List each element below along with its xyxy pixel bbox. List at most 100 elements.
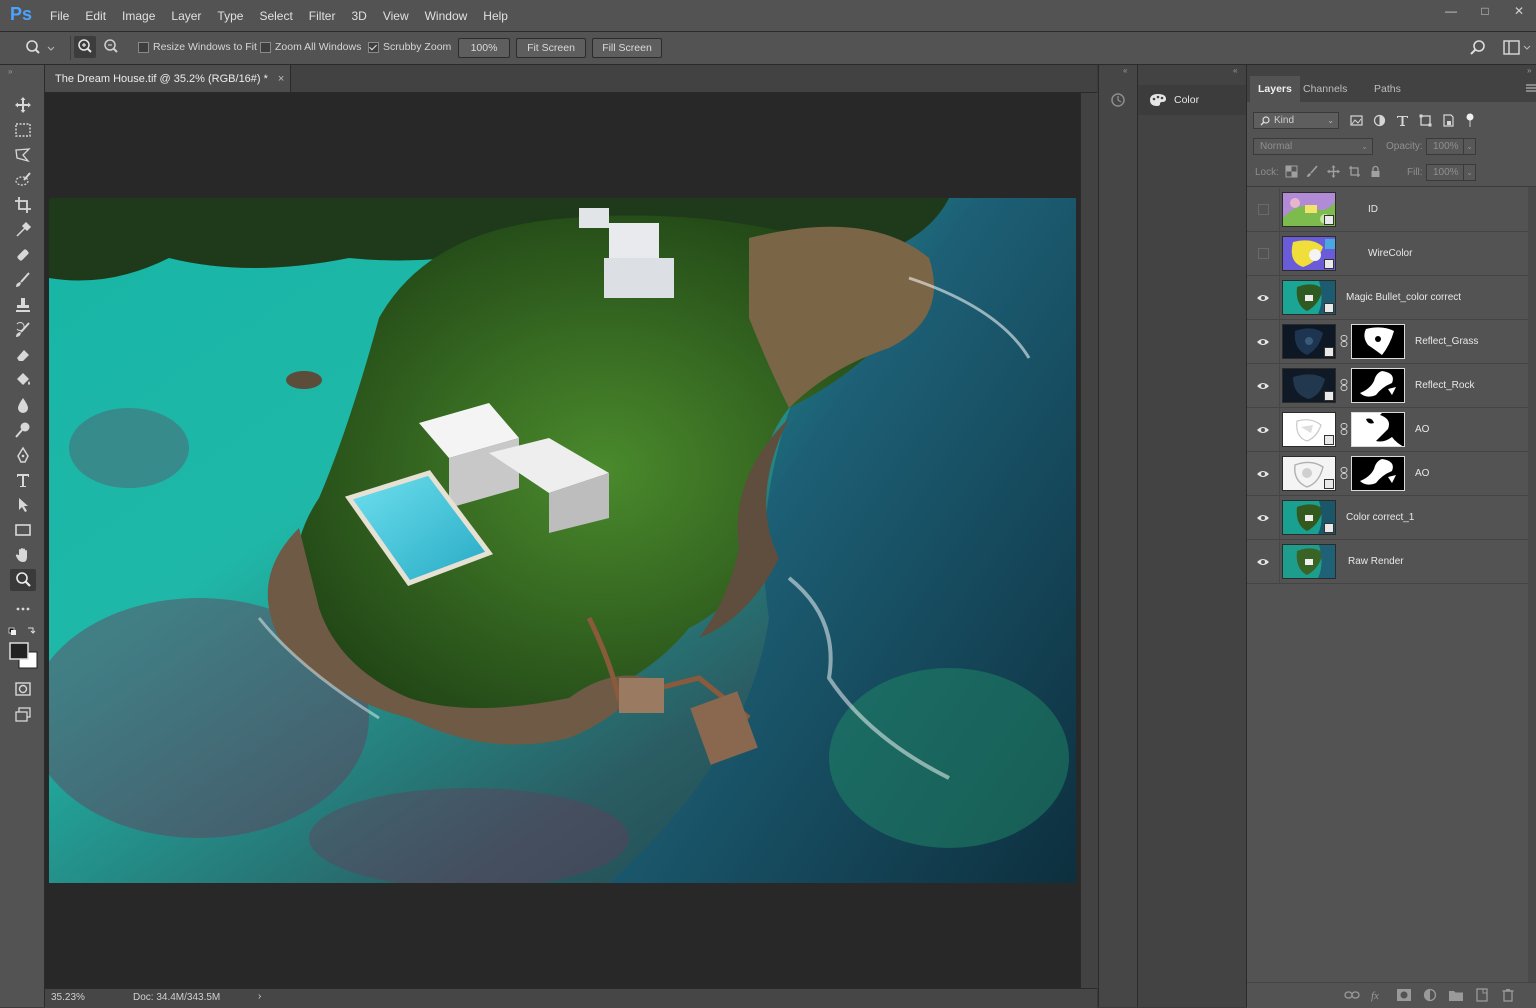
maximize-button[interactable]: □	[1468, 0, 1502, 22]
blur-tool-icon[interactable]	[10, 394, 36, 416]
menu-type[interactable]: Type	[209, 9, 251, 23]
collapse-layers-dock-icon[interactable]: »	[1527, 66, 1531, 75]
hidden-visibility-box-icon[interactable]	[1257, 204, 1269, 215]
layer-name[interactable]: Color correct_1	[1346, 496, 1414, 539]
history-brush-tool-icon[interactable]	[10, 319, 36, 341]
filter-type-icon[interactable]	[1395, 113, 1410, 128]
tab-channels[interactable]: Channels	[1295, 76, 1355, 102]
document-tab[interactable]: The Dream House.tif @ 35.2% (RGB/16#) * …	[45, 65, 291, 92]
layer-row[interactable]: AO	[1247, 408, 1528, 452]
eye-icon[interactable]	[1256, 425, 1270, 435]
visibility-toggle[interactable]	[1247, 188, 1280, 231]
quick-selection-tool-icon[interactable]	[10, 169, 36, 191]
minimize-button[interactable]: —	[1434, 0, 1468, 22]
layer-name[interactable]: Reflect_Rock	[1415, 364, 1474, 407]
layer-style-fx-icon[interactable]: fx	[1370, 988, 1386, 1002]
collapse-toolbar-icon[interactable]: »	[8, 67, 12, 76]
eye-icon[interactable]	[1256, 557, 1270, 567]
zoom-tool-preset-icon[interactable]	[24, 39, 54, 57]
layer-row[interactable]: Raw Render	[1247, 540, 1528, 584]
layer-row[interactable]: Reflect_Grass	[1247, 320, 1528, 364]
lock-all-icon[interactable]	[1369, 165, 1382, 178]
new-group-folder-icon[interactable]	[1448, 988, 1464, 1002]
document-image[interactable]	[49, 198, 1076, 883]
menu-layer[interactable]: Layer	[163, 9, 209, 23]
filter-adjustment-icon[interactable]	[1372, 113, 1387, 128]
layer-row[interactable]: WireColor	[1247, 232, 1528, 276]
menu-filter[interactable]: Filter	[301, 9, 344, 23]
close-button[interactable]: ✕	[1502, 0, 1536, 22]
rectangle-tool-icon[interactable]	[10, 519, 36, 541]
zoom-level[interactable]: 35.23%	[51, 992, 85, 1003]
eraser-tool-icon[interactable]	[10, 344, 36, 366]
zoom-out-mode-icon[interactable]	[100, 36, 122, 58]
visibility-toggle[interactable]	[1247, 320, 1280, 363]
hidden-visibility-box-icon[interactable]	[1257, 248, 1269, 259]
visibility-toggle[interactable]	[1247, 496, 1280, 539]
menu-file[interactable]: File	[42, 9, 77, 23]
eye-icon[interactable]	[1256, 513, 1270, 523]
clone-stamp-tool-icon[interactable]	[10, 294, 36, 316]
visibility-toggle[interactable]	[1247, 364, 1280, 407]
visibility-toggle[interactable]	[1247, 408, 1280, 451]
layer-mask-thumbnail[interactable]	[1351, 412, 1405, 447]
workspace-icon[interactable]	[1502, 38, 1532, 58]
fill-input[interactable]: 100%	[1426, 164, 1464, 181]
zoom-in-mode-icon[interactable]	[74, 36, 96, 58]
menu-image[interactable]: Image	[114, 9, 163, 23]
layer-row[interactable]: Magic Bullet_color correct	[1247, 276, 1528, 320]
opacity-dropdown-arrow-icon[interactable]: ⌄	[1463, 138, 1476, 155]
zoom-all-box[interactable]	[260, 41, 271, 53]
fill-dropdown-arrow-icon[interactable]: ⌄	[1463, 164, 1476, 181]
layer-mask-thumbnail[interactable]	[1351, 324, 1405, 359]
lock-image-pixels-icon[interactable]	[1306, 165, 1319, 178]
canvas-vertical-scrollbar[interactable]	[1080, 93, 1098, 988]
menu-edit[interactable]: Edit	[77, 9, 114, 23]
menu-view[interactable]: View	[375, 9, 417, 23]
close-document-icon[interactable]: ×	[278, 73, 284, 85]
add-mask-icon[interactable]	[1396, 988, 1412, 1002]
layer-row[interactable]: ID	[1247, 188, 1528, 232]
layer-row[interactable]: Color correct_1	[1247, 496, 1528, 540]
visibility-toggle[interactable]	[1247, 232, 1280, 275]
hand-tool-icon[interactable]	[10, 544, 36, 566]
status-menu-arrow-icon[interactable]: ›	[258, 991, 261, 1002]
marquee-tool-icon[interactable]	[10, 119, 36, 141]
eye-icon[interactable]	[1256, 293, 1270, 303]
layer-name[interactable]: ID	[1368, 188, 1378, 231]
panel-menu-icon[interactable]	[1526, 83, 1536, 93]
healing-brush-tool-icon[interactable]	[10, 244, 36, 266]
layer-row[interactable]: AO	[1247, 452, 1528, 496]
visibility-toggle[interactable]	[1247, 452, 1280, 495]
color-panel-button[interactable]: Color	[1138, 85, 1246, 115]
search-icon[interactable]	[1468, 38, 1488, 58]
eye-icon[interactable]	[1256, 469, 1270, 479]
resize-windows-checkbox[interactable]: Resize Windows to Fit	[138, 41, 257, 53]
zoom-tool-icon[interactable]	[10, 569, 36, 591]
mask-link-icon[interactable]	[1340, 467, 1348, 479]
collapse-color-dock-icon[interactable]: «	[1233, 66, 1237, 75]
mask-link-icon[interactable]	[1340, 423, 1348, 435]
blend-mode-select[interactable]: Normal ⌄	[1253, 138, 1373, 155]
menu-select[interactable]: Select	[251, 9, 300, 23]
visibility-toggle[interactable]	[1247, 540, 1280, 583]
layer-name[interactable]: Reflect_Grass	[1415, 320, 1478, 363]
zoom-all-windows-checkbox[interactable]: Zoom All Windows	[260, 41, 361, 53]
paint-bucket-tool-icon[interactable]	[10, 369, 36, 391]
adjustment-layer-icon[interactable]	[1422, 988, 1438, 1002]
opacity-input[interactable]: 100%	[1426, 138, 1464, 155]
layer-name[interactable]: WireColor	[1368, 232, 1412, 275]
filter-smart-object-icon[interactable]	[1441, 113, 1456, 128]
filter-toggle-icon[interactable]	[1464, 113, 1476, 128]
dodge-tool-icon[interactable]	[10, 419, 36, 441]
layer-name[interactable]: Magic Bullet_color correct	[1346, 276, 1461, 319]
crop-tool-icon[interactable]	[10, 194, 36, 216]
lock-transparent-pixels-icon[interactable]	[1285, 165, 1298, 178]
type-tool-icon[interactable]	[10, 469, 36, 491]
collapse-dock-icon[interactable]: «	[1123, 66, 1127, 75]
eyedropper-tool-icon[interactable]	[10, 219, 36, 241]
zoom-100-button[interactable]: 100%	[458, 38, 510, 58]
brush-tool-icon[interactable]	[10, 269, 36, 291]
layer-mask-thumbnail[interactable]	[1351, 456, 1405, 491]
eye-icon[interactable]	[1256, 381, 1270, 391]
